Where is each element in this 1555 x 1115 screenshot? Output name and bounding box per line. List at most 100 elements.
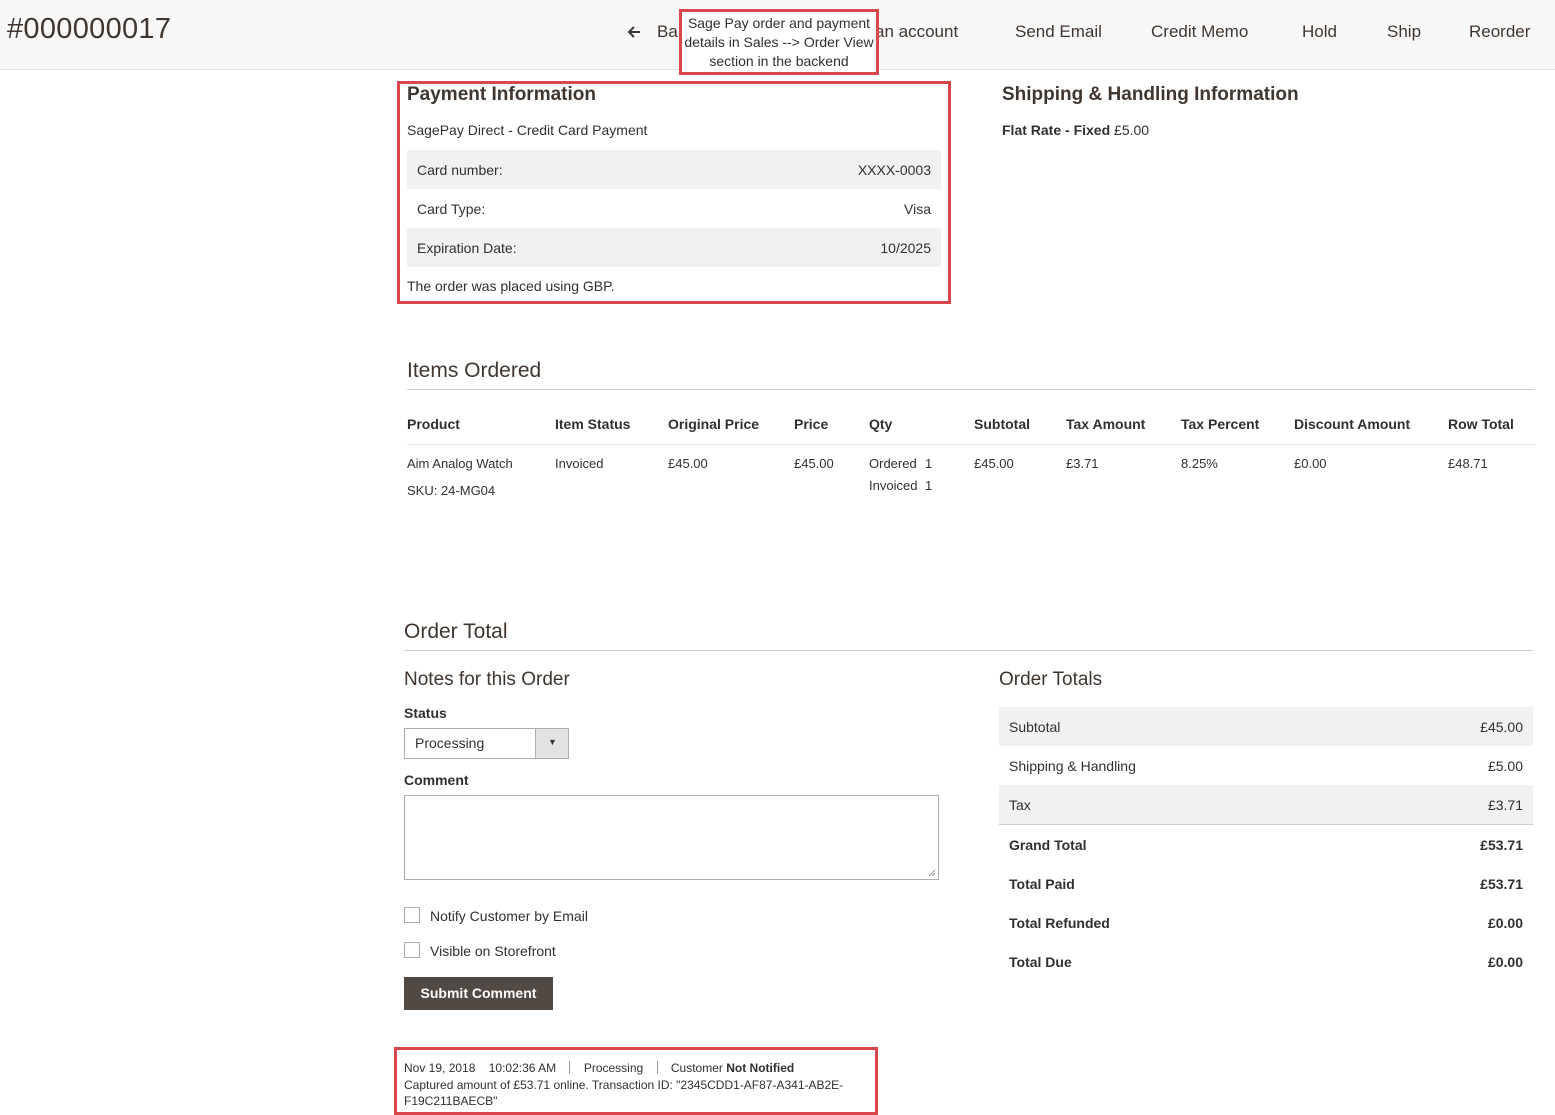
visible-storefront-label[interactable]: Visible on Storefront xyxy=(430,943,556,959)
login-as-customer-button[interactable]: an account xyxy=(875,20,958,44)
item-status: Invoiced xyxy=(555,456,604,471)
payment-row-label: Card Type: xyxy=(417,200,486,217)
column-header: Original Price xyxy=(668,416,760,432)
totals-value: £3.71 xyxy=(1487,796,1523,813)
annotation-callout: Sage Pay order and payment details in Sa… xyxy=(679,9,879,75)
totals-value: £45.00 xyxy=(1480,718,1523,735)
dropdown-toggle[interactable]: ▼ xyxy=(535,729,568,758)
qty-ordered-label: Ordered xyxy=(869,456,917,471)
totals-row: Shipping & Handling £5.00 xyxy=(999,746,1533,785)
shipping-title: Shipping & Handling Information xyxy=(1002,84,1299,105)
notify-customer-label[interactable]: Notify Customer by Email xyxy=(430,908,588,924)
section-divider xyxy=(407,389,1535,390)
totals-row: Total Paid £53.71 xyxy=(999,864,1533,903)
back-button-label: Ba xyxy=(657,22,678,41)
comment-history-entry: Nov 19, 2018 10:02:36 AM Processing Cust… xyxy=(404,1060,864,1110)
column-header: Price xyxy=(794,416,829,432)
ship-button[interactable]: Ship xyxy=(1387,20,1421,44)
discount-amount: £0.00 xyxy=(1294,456,1327,471)
table-header-divider xyxy=(407,444,1535,445)
totals-row: Grand Total £53.71 xyxy=(999,825,1533,864)
separator xyxy=(656,1061,658,1074)
totals-row: Subtotal £45.00 xyxy=(999,707,1533,746)
items-ordered-title: Items Ordered xyxy=(407,359,542,382)
payment-method: SagePay Direct - Credit Card Payment xyxy=(407,122,648,138)
qty-invoiced-label: Invoiced xyxy=(869,478,918,493)
section-divider xyxy=(404,650,1533,651)
totals-row: Total Due £0.00 xyxy=(999,942,1533,981)
totals-label: Shipping & Handling xyxy=(1009,757,1136,774)
column-header: Product xyxy=(407,416,460,432)
payment-row: Card number: XXXX-0003 xyxy=(407,150,941,189)
totals-value: £5.00 xyxy=(1487,757,1523,774)
tax-amount: £3.71 xyxy=(1066,456,1099,471)
payment-row-value: 10/2025 xyxy=(880,239,931,256)
original-price: £45.00 xyxy=(668,456,708,471)
history-meta: Nov 19, 2018 10:02:36 AM Processing Cust… xyxy=(404,1060,864,1077)
totals-value: £53.71 xyxy=(1480,836,1523,853)
totals-value: £0.00 xyxy=(1487,953,1523,970)
comment-textarea[interactable] xyxy=(404,795,939,880)
product-sku: SKU: 24-MG04 xyxy=(407,483,496,498)
status-select-value: Processing xyxy=(415,735,485,751)
history-date: Nov 19, 2018 xyxy=(404,1061,476,1075)
submit-comment-button[interactable]: Submit Comment xyxy=(404,977,553,1010)
payment-row-value: Visa xyxy=(904,200,931,217)
notes-title: Notes for this Order xyxy=(404,669,570,690)
page-title: #000000017 xyxy=(7,13,172,45)
shipping-method-name: Flat Rate - Fixed xyxy=(1002,122,1111,138)
history-time: 10:02:36 AM xyxy=(488,1061,557,1075)
notify-customer-checkbox[interactable] xyxy=(404,907,420,923)
history-customer-label: Customer xyxy=(670,1061,723,1075)
product-name: Aim Analog Watch xyxy=(407,456,513,471)
payment-details-table: Card number: XXXX-0003 Card Type: Visa E… xyxy=(407,150,941,267)
reorder-button[interactable]: Reorder xyxy=(1469,20,1530,44)
comment-label: Comment xyxy=(404,772,469,788)
history-message: Captured amount of £53.71 online. Transa… xyxy=(404,1077,844,1109)
price: £45.00 xyxy=(794,456,834,471)
subtotal: £45.00 xyxy=(974,456,1014,471)
back-arrow-icon xyxy=(626,20,642,50)
column-header: Tax Amount xyxy=(1066,416,1146,432)
totals-label: Total Due xyxy=(1009,953,1072,970)
payment-row: Card Type: Visa xyxy=(407,189,941,228)
shipping-method: Flat Rate - Fixed £5.00 xyxy=(1002,122,1149,138)
order-totals-table: Subtotal £45.00 Shipping & Handling £5.0… xyxy=(999,707,1533,981)
tax-percent: 8.25% xyxy=(1181,456,1218,471)
totals-row: Tax £3.71 xyxy=(999,785,1533,824)
totals-label: Total Paid xyxy=(1009,875,1075,892)
status-select[interactable]: Processing ▼ xyxy=(404,728,569,759)
qty-ordered: 1 xyxy=(925,456,933,471)
separator xyxy=(569,1061,571,1074)
column-header: Item Status xyxy=(555,416,631,432)
totals-label: Subtotal xyxy=(1009,718,1061,735)
column-header: Tax Percent xyxy=(1181,416,1260,432)
send-email-button[interactable]: Send Email xyxy=(1015,20,1102,44)
order-totals-title: Order Totals xyxy=(999,669,1103,690)
column-header: Subtotal xyxy=(974,416,1030,432)
payment-row-label: Expiration Date: xyxy=(417,239,517,256)
shipping-price: £5.00 xyxy=(1114,122,1150,138)
totals-label: Grand Total xyxy=(1009,836,1087,853)
chevron-down-icon: ▼ xyxy=(548,737,557,747)
payment-row-value: XXXX-0003 xyxy=(857,161,931,178)
totals-label: Tax xyxy=(1009,796,1031,813)
payment-row-label: Card number: xyxy=(417,161,503,178)
row-total: £48.71 xyxy=(1448,456,1488,471)
column-header: Row Total xyxy=(1448,416,1514,432)
payment-title: Payment Information xyxy=(407,84,596,105)
currency-note: The order was placed using GBP. xyxy=(407,278,615,294)
column-header: Qty xyxy=(869,416,893,432)
totals-label: Total Refunded xyxy=(1009,914,1110,931)
hold-button[interactable]: Hold xyxy=(1302,20,1337,44)
history-notified: Not Notified xyxy=(726,1061,795,1075)
history-status: Processing xyxy=(583,1061,644,1075)
credit-memo-button[interactable]: Credit Memo xyxy=(1151,20,1248,44)
qty-invoiced: 1 xyxy=(925,478,933,493)
status-label: Status xyxy=(404,705,447,721)
visible-storefront-checkbox[interactable] xyxy=(404,942,420,958)
column-header: Discount Amount xyxy=(1294,416,1411,432)
totals-value: £0.00 xyxy=(1487,914,1523,931)
resize-handle-icon[interactable] xyxy=(928,869,936,877)
payment-row: Expiration Date: 10/2025 xyxy=(407,228,941,267)
